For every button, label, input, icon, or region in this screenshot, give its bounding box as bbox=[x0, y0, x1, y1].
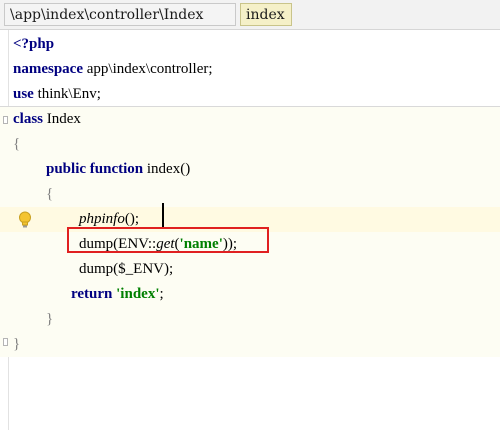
code-line-10[interactable]: dump($_ENV); bbox=[0, 257, 500, 282]
code-line-5[interactable]: { bbox=[0, 132, 500, 157]
return-string: 'index' bbox=[116, 286, 160, 302]
use-keyword: use bbox=[13, 86, 34, 102]
class-keyword: class bbox=[13, 111, 43, 127]
use-statement: use think\Env; bbox=[13, 82, 101, 107]
ide-window: \app\index\controller\Index index <?php … bbox=[0, 0, 500, 430]
fold-marker-icon[interactable] bbox=[3, 116, 8, 124]
namespace-statement: namespace app\index\controller; bbox=[13, 57, 213, 82]
breadcrumb-method[interactable]: index bbox=[240, 3, 292, 26]
code-line-4[interactable]: class Index bbox=[0, 107, 500, 132]
code-line-6[interactable]: public function index() bbox=[0, 157, 500, 182]
code-line-1[interactable]: <?php bbox=[0, 32, 500, 57]
class-close-brace: } bbox=[13, 336, 21, 352]
breadcrumb-class-path[interactable]: \app\index\controller\Index bbox=[4, 3, 236, 26]
function-keyword: function bbox=[89, 161, 144, 177]
code-line-3[interactable]: use think\Env; bbox=[0, 82, 500, 107]
code-line-11[interactable]: return 'index'; bbox=[0, 282, 500, 307]
method-declaration: public function index() bbox=[46, 157, 190, 182]
breadcrumb: \app\index\controller\Index index bbox=[0, 0, 500, 30]
namespace-keyword: namespace bbox=[13, 61, 83, 77]
code-line-12[interactable]: } bbox=[0, 307, 500, 332]
namespace-value: app\index\controller; bbox=[83, 61, 213, 77]
class-open-brace: { bbox=[13, 136, 21, 152]
dump-env-call: dump($_ENV); bbox=[79, 261, 174, 277]
phpinfo-function: phpinfo bbox=[79, 211, 125, 227]
code-editor[interactable]: <?php namespace app\index\controller; us… bbox=[0, 30, 500, 430]
class-declaration: class Index bbox=[13, 107, 81, 132]
return-statement: return 'index'; bbox=[71, 282, 164, 307]
method-signature: index() bbox=[143, 161, 191, 177]
fold-marker-icon[interactable] bbox=[3, 338, 8, 346]
highlight-annotation-box bbox=[67, 227, 269, 253]
code-line-7[interactable]: { bbox=[0, 182, 500, 207]
code-line-13[interactable]: } bbox=[0, 332, 500, 357]
return-semicolon: ; bbox=[159, 286, 164, 302]
method-close-brace: } bbox=[46, 311, 54, 327]
php-open-tag: <?php bbox=[13, 36, 55, 52]
text-caret bbox=[162, 203, 164, 229]
method-open-brace: { bbox=[46, 186, 54, 202]
lightbulb-icon[interactable] bbox=[18, 211, 32, 229]
class-name: Index bbox=[43, 111, 81, 127]
return-keyword: return bbox=[71, 286, 113, 302]
code-line-2[interactable]: namespace app\index\controller; bbox=[0, 57, 500, 82]
public-keyword: public bbox=[46, 161, 87, 177]
use-value: think\Env; bbox=[33, 86, 101, 102]
phpinfo-args: (); bbox=[124, 211, 140, 227]
